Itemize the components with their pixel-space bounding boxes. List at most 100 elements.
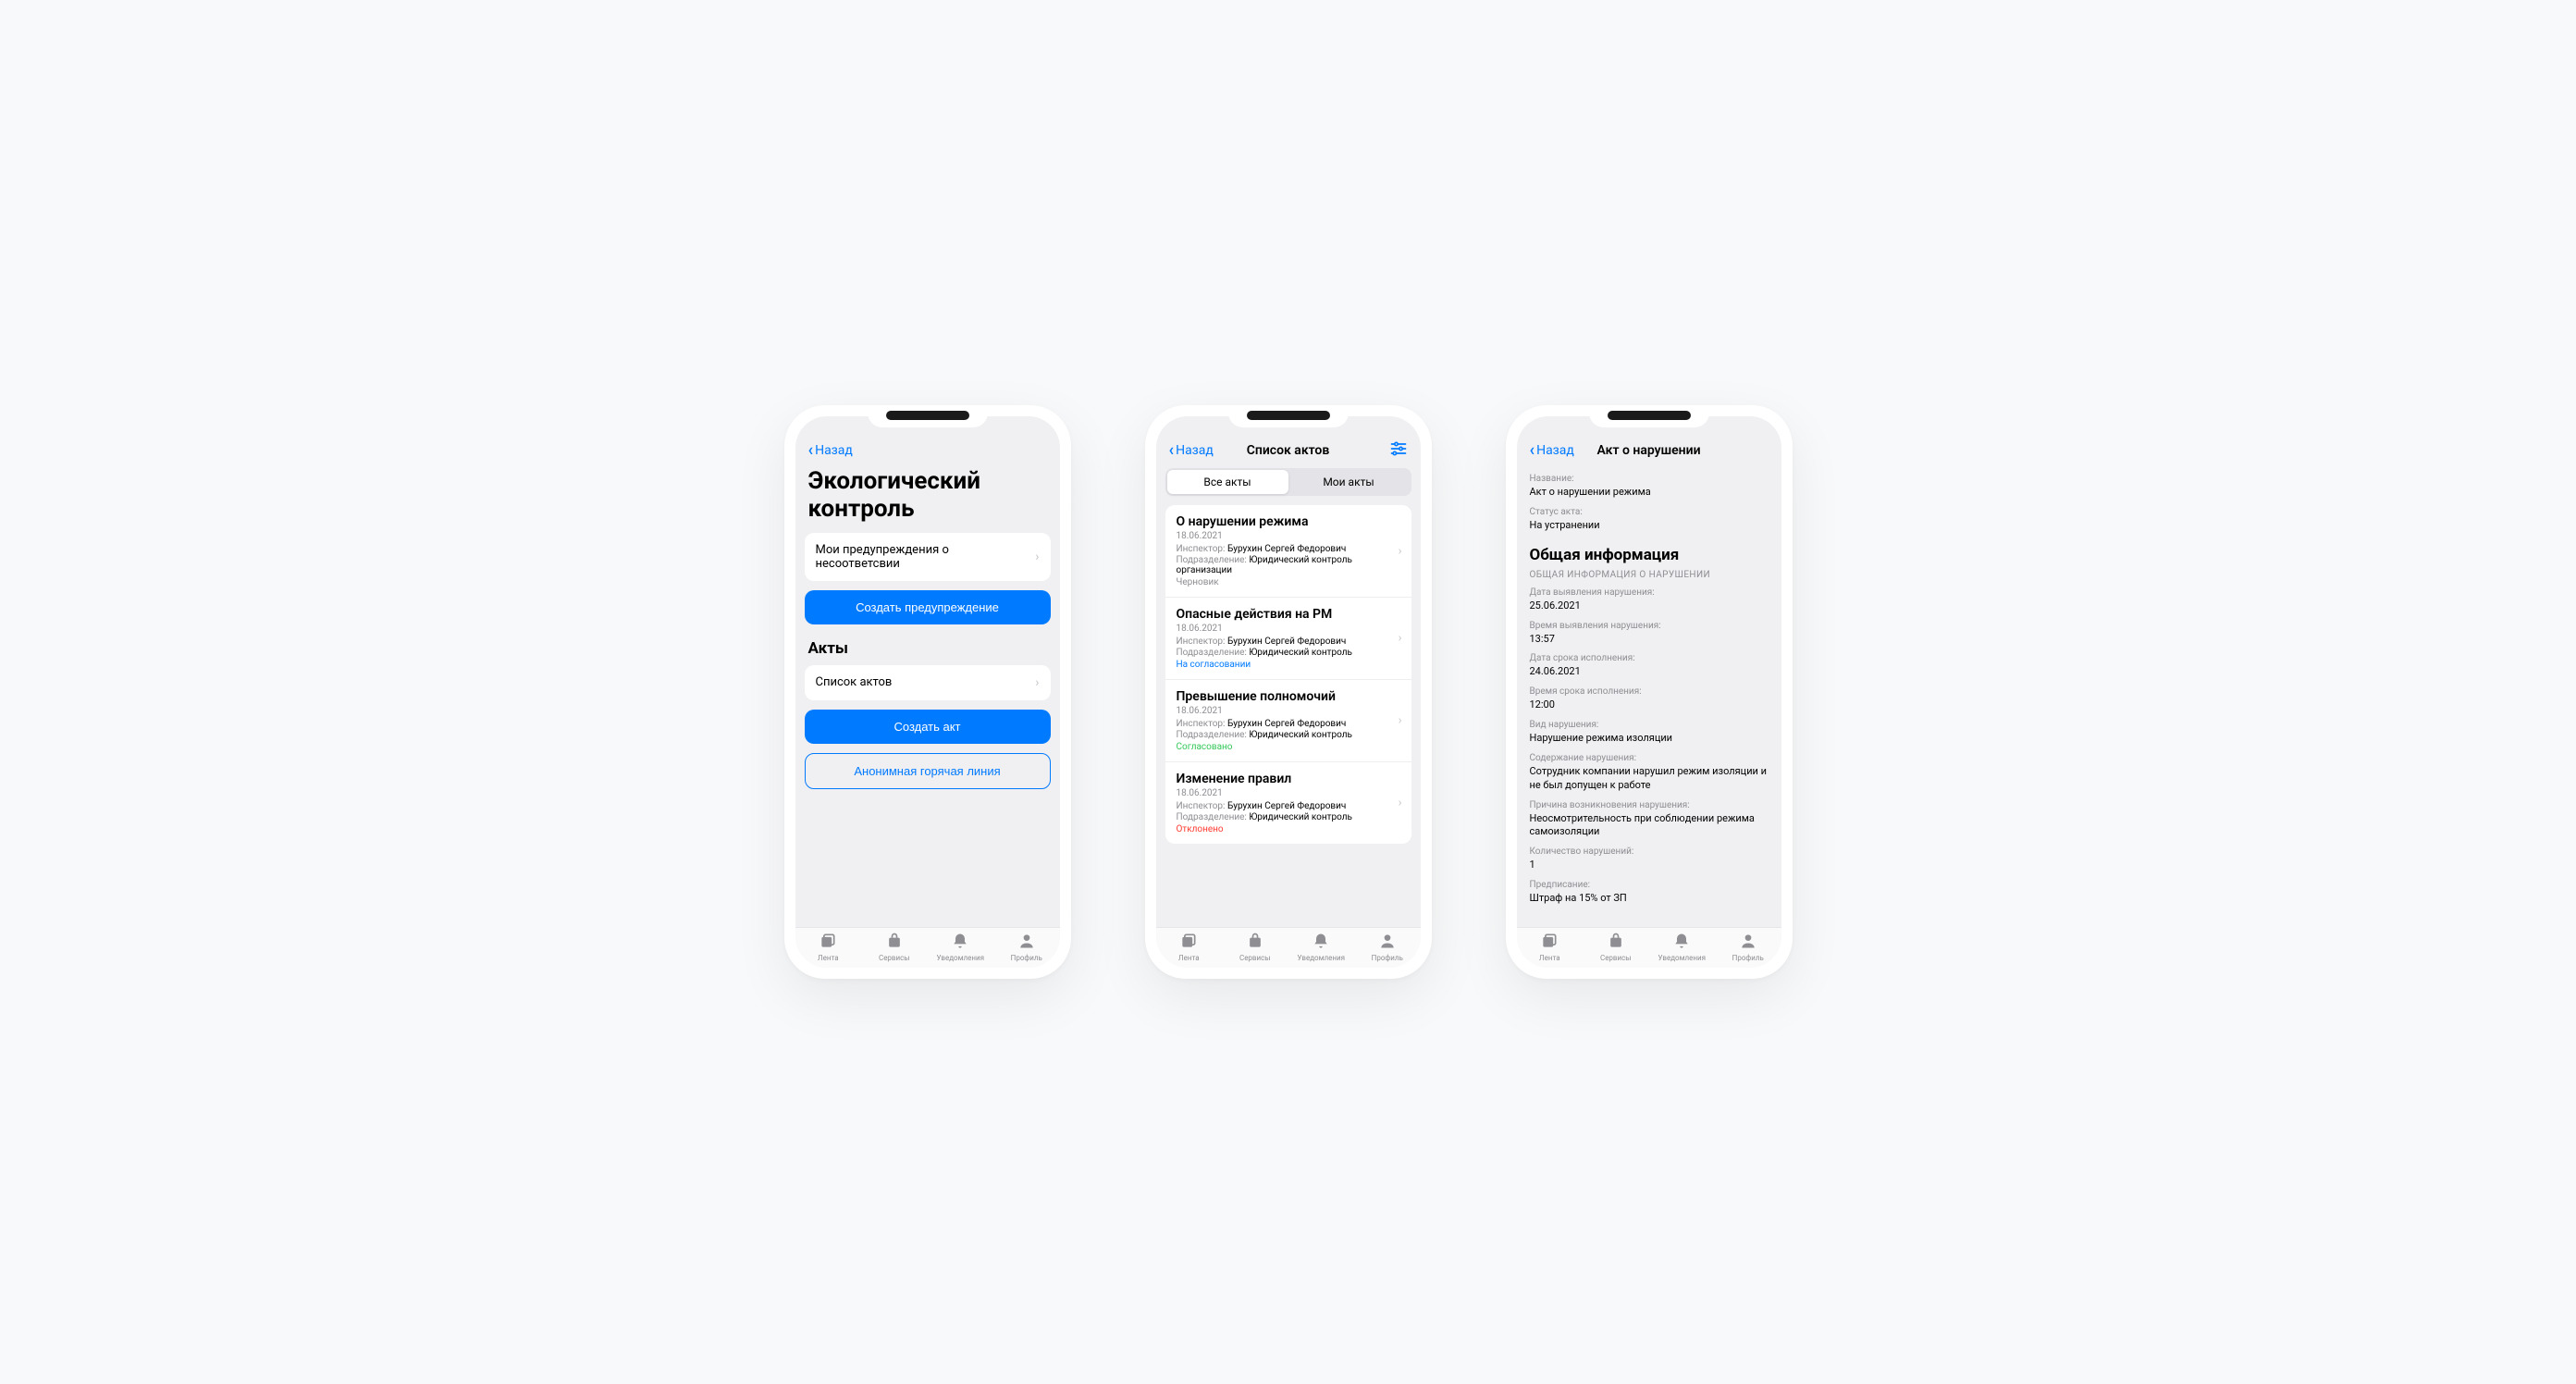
back-button[interactable]: ‹ Назад [1169, 442, 1214, 459]
tab-services[interactable]: Сервисы [861, 932, 928, 962]
detail-field-label: Содержание нарушения: [1530, 753, 1769, 763]
detail-field-label: Время выявления нарушения: [1530, 621, 1769, 631]
phone-mockup-2: ‹ Назад Список актов Все акты Мои акты О… [1145, 405, 1432, 979]
nav-title: Список актов [1247, 443, 1330, 458]
status-value: На устранении [1530, 519, 1769, 533]
act-title: Опасные действия на РМ [1177, 607, 1400, 622]
back-label: Назад [1176, 443, 1214, 458]
chevron-right-icon: › [1399, 714, 1402, 728]
segmented-control: Все акты Мои акты [1165, 468, 1411, 496]
act-list-item[interactable]: Изменение правил 18.06.2021 Инспектор: Б… [1165, 762, 1411, 844]
bell-icon [951, 932, 969, 952]
filter-icon [1389, 439, 1408, 458]
section-heading: Общая информация [1530, 546, 1769, 564]
act-list-item[interactable]: Опасные действия на РМ 18.06.2021 Инспек… [1165, 598, 1411, 680]
profile-icon [1739, 932, 1757, 952]
detail-field-value: Неосмотрительность при соблюдении режима… [1530, 812, 1769, 840]
status-label: Статус акта: [1530, 507, 1769, 517]
back-label: Назад [815, 443, 853, 458]
detail-field-value: Сотрудник компании нарушил режим изоляци… [1530, 765, 1769, 793]
act-list-item[interactable]: О нарушении режима 18.06.2021 Инспектор:… [1165, 505, 1411, 598]
content-area: Название: Акт о нарушении режима Статус … [1517, 464, 1781, 927]
create-act-button[interactable]: Создать акт [805, 710, 1051, 744]
tab-profile[interactable]: Профиль [1354, 932, 1421, 962]
profile-icon [1017, 932, 1036, 952]
tab-services[interactable]: Сервисы [1583, 932, 1649, 962]
tab-label: Лента [1178, 954, 1200, 962]
act-date: 18.06.2021 [1177, 706, 1400, 716]
act-status: Отклонено [1177, 824, 1400, 834]
act-department: Подразделение: Юридический контроль [1177, 730, 1400, 740]
tab-label: Сервисы [1239, 954, 1271, 962]
act-date: 18.06.2021 [1177, 624, 1400, 634]
act-title: О нарушении режима [1177, 514, 1400, 529]
chevron-left-icon: ‹ [1169, 442, 1175, 459]
acts-list-label: Список актов [816, 675, 893, 689]
act-department: Подразделение: Юридический контроль [1177, 812, 1400, 822]
tab-notifications[interactable]: Уведомления [1649, 932, 1716, 962]
act-inspector: Инспектор: Бурухин Сергей Федорович [1177, 544, 1400, 554]
chevron-left-icon: ‹ [1530, 442, 1535, 459]
feed-icon [819, 932, 837, 952]
tab-label: Сервисы [879, 954, 910, 962]
tab-label: Профиль [1372, 954, 1403, 962]
tab-label: Уведомления [936, 954, 984, 962]
phone-notch [1589, 405, 1709, 427]
segment-all-acts[interactable]: Все акты [1167, 470, 1288, 494]
tab-notifications[interactable]: Уведомления [928, 932, 994, 962]
tab-services[interactable]: Сервисы [1222, 932, 1288, 962]
act-status: Черновик [1177, 577, 1400, 587]
tab-label: Сервисы [1600, 954, 1632, 962]
detail-field-label: Количество нарушений: [1530, 846, 1769, 857]
hotline-button[interactable]: Анонимная горячая линия [805, 753, 1051, 789]
name-value: Акт о нарушении режима [1530, 486, 1769, 500]
back-button[interactable]: ‹ Назад [1530, 442, 1574, 459]
feed-icon [1179, 932, 1198, 952]
chevron-right-icon: › [1399, 544, 1402, 558]
act-list-item[interactable]: Превышение полномочий 18.06.2021 Инспект… [1165, 680, 1411, 762]
chevron-right-icon: › [1399, 632, 1402, 646]
act-status: Согласовано [1177, 742, 1400, 752]
tab-label: Уведомления [1658, 954, 1706, 962]
tab-feed[interactable]: Лента [1517, 932, 1584, 962]
detail-field-value: 12:00 [1530, 698, 1769, 712]
act-title: Превышение полномочий [1177, 689, 1400, 704]
detail-field-label: Время срока исполнения: [1530, 686, 1769, 697]
name-label: Название: [1530, 474, 1769, 484]
act-inspector: Инспектор: Бурухин Сергей Федорович [1177, 719, 1400, 729]
tab-label: Лента [1539, 954, 1560, 962]
act-department: Подразделение: Юридический контроль орга… [1177, 555, 1400, 575]
tab-bar: Лента Сервисы Уведомления Профиль [1156, 927, 1421, 968]
bell-icon [1312, 932, 1330, 952]
tab-profile[interactable]: Профиль [993, 932, 1060, 962]
tab-feed[interactable]: Лента [795, 932, 862, 962]
back-label: Назад [1536, 443, 1574, 458]
tab-label: Профиль [1011, 954, 1042, 962]
tab-notifications[interactable]: Уведомления [1288, 932, 1355, 962]
tab-profile[interactable]: Профиль [1715, 932, 1781, 962]
acts-list-row[interactable]: Список актов › [805, 665, 1051, 700]
services-icon [1607, 932, 1625, 952]
create-warning-button[interactable]: Создать предупреждение [805, 590, 1051, 624]
page-title: Экологический контроль [795, 464, 1060, 533]
services-icon [1246, 932, 1264, 952]
my-warnings-row[interactable]: Мои предупреждения о несоответсвии › [805, 533, 1051, 581]
phone-notch [868, 405, 988, 427]
tab-feed[interactable]: Лента [1156, 932, 1223, 962]
detail-field-label: Дата выявления нарушения: [1530, 587, 1769, 598]
act-inspector: Инспектор: Бурухин Сергей Федорович [1177, 636, 1400, 647]
tab-label: Уведомления [1297, 954, 1345, 962]
chevron-right-icon: › [1035, 550, 1039, 564]
back-button[interactable]: ‹ Назад [808, 442, 853, 459]
detail-field-value: 13:57 [1530, 633, 1769, 647]
screen-act-detail: ‹ Назад Акт о нарушении Название: Акт о … [1517, 416, 1781, 968]
phone-mockup-3: ‹ Назад Акт о нарушении Название: Акт о … [1506, 405, 1793, 979]
content-area: О нарушении режима 18.06.2021 Инспектор:… [1156, 505, 1421, 927]
my-warnings-label: Мои предупреждения о несоответсвии [816, 543, 1001, 571]
act-date: 18.06.2021 [1177, 788, 1400, 798]
detail-field-value: 24.06.2021 [1530, 665, 1769, 679]
phone-notch [1228, 405, 1349, 427]
filter-button[interactable] [1389, 439, 1408, 462]
segment-my-acts[interactable]: Мои акты [1288, 470, 1410, 494]
content-area: Мои предупреждения о несоответсвии › Соз… [795, 533, 1060, 927]
